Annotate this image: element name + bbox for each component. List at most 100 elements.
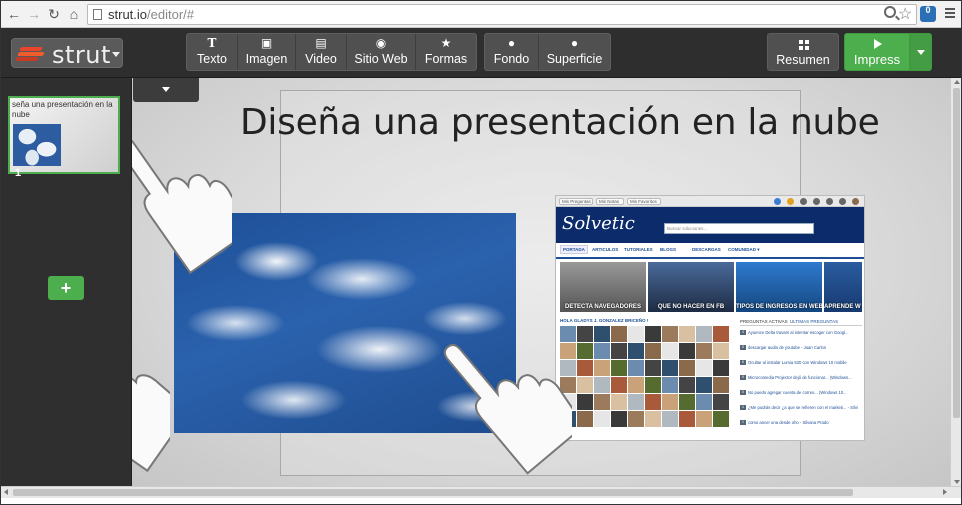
site-nav: PORTADA ARTICULOS TUTORIALES BLOGS DESCA… (556, 243, 864, 259)
site-dot-icon (774, 198, 781, 205)
video-icon: ▤ (315, 36, 327, 50)
browser-menu-icon[interactable] (945, 8, 955, 10)
canvas-options-dropdown[interactable] (133, 78, 199, 102)
site-avatar-thumb (611, 394, 627, 410)
scroll-up-arrow-icon[interactable] (954, 80, 960, 84)
page-icon (93, 9, 102, 20)
zoom-icon[interactable] (884, 6, 896, 18)
site-nav-item: ARTICULOS (592, 247, 619, 252)
style-toolbar-group: ● Fondo ● Superficie (484, 33, 611, 71)
site-question-text: No puedo agregar cuenta de correo... (Wi… (748, 390, 847, 395)
pointing-hand-icon (443, 343, 572, 475)
app-window: ← → ↻ ⌂ strut.io/editor/# ☆ 0 strut T Te… (0, 0, 962, 505)
site-question-text: ¿Me podrás decir ¿a que se refieren con … (748, 405, 858, 410)
overview-button[interactable]: Resumen (767, 33, 839, 71)
scroll-left-arrow-icon[interactable] (4, 489, 8, 495)
site-question-text: Ayuence Delta travars al intentar escoge… (748, 330, 849, 335)
site-avatar-thumb (662, 411, 678, 427)
site-avatar-thumb (594, 326, 610, 342)
site-pill: Mis Notas (596, 198, 624, 205)
slide-title-text[interactable]: Diseña una presentación en la nube (240, 102, 880, 143)
site-avatar-thumb (713, 326, 729, 342)
extension-badge-icon[interactable]: 0 (920, 6, 936, 22)
site-avatar-thumb (628, 411, 644, 427)
horizontal-scrollbar[interactable] (1, 486, 961, 498)
add-slide-button[interactable]: + (48, 276, 84, 300)
slide-thumbnail[interactable]: seña una presentación en la nube (8, 96, 120, 174)
site-avatar-thumb (696, 394, 712, 410)
scroll-down-arrow-icon[interactable] (954, 480, 960, 484)
site-avatar-thumb (662, 377, 678, 393)
site-avatar-thumb (713, 411, 729, 427)
site-avatar-thumb (713, 360, 729, 376)
text-icon: T (207, 36, 217, 50)
site-avatar-thumb (679, 411, 695, 427)
site-pill: Mis Preguntas (559, 198, 593, 205)
site-question-count: 1 (740, 420, 746, 426)
site-avatar-thumb (577, 394, 593, 410)
present-button[interactable]: Impress (844, 33, 910, 71)
insert-website-label: Sitio Web (354, 52, 408, 66)
present-mode-dropdown[interactable] (910, 33, 932, 71)
site-avatar-thumb (696, 343, 712, 359)
site-avatar-thumb (594, 394, 610, 410)
site-avatar-thumb (611, 360, 627, 376)
address-bar[interactable]: strut.io/editor/# (87, 4, 917, 25)
site-avatar-icon (852, 198, 859, 205)
site-featured-tiles: DETECTA NAVEGADORES QUE NO HACER EN FB T… (560, 262, 862, 312)
site-avatar-thumb (645, 394, 661, 410)
site-avatar-thumb (696, 360, 712, 376)
brand-menu-button[interactable]: strut (11, 38, 123, 69)
site-dot-icon (800, 198, 807, 205)
site-avatar-thumb (696, 377, 712, 393)
image-icon: ▣ (260, 36, 273, 50)
site-avatar-thumb (696, 411, 712, 427)
pointing-hand-icon (132, 364, 170, 473)
insert-toolbar-group: T Texto ▣ Imagen ▤ Video ◉ Sitio Web ★ F… (186, 33, 477, 71)
site-question-text: Microcomedia Projector dejó de funcionar… (748, 375, 852, 380)
insert-text-button[interactable]: T Texto (187, 34, 238, 70)
back-arrow-icon[interactable]: ← (5, 5, 23, 23)
insert-shapes-button[interactable]: ★ Formas (416, 34, 476, 70)
brand-name: strut (52, 41, 111, 69)
slide-number: 1 (15, 167, 22, 179)
scroll-right-arrow-icon[interactable] (943, 489, 947, 495)
grid-icon (799, 40, 809, 50)
drop-icon: ● (507, 36, 516, 50)
site-avatar-thumb (645, 377, 661, 393)
site-question-text: Ocultar al instalar Lumia 530 con Window… (748, 360, 847, 365)
site-dot-icon (813, 198, 820, 205)
slide-thumbnail-image (13, 124, 61, 166)
background-button[interactable]: ● Fondo (485, 34, 539, 70)
site-top-strip: Mis Preguntas Mis Notas Mis Favoritos (556, 196, 864, 207)
site-nav-item: TUTORIALES (624, 247, 653, 252)
site-question-row: 1 ¿Me podrás decir ¿a que se refieren con… (740, 405, 862, 414)
site-avatar-thumb (611, 326, 627, 342)
site-avatar-thumb (679, 360, 695, 376)
site-avatar-thumb (645, 326, 661, 342)
insert-image-button[interactable]: ▣ Imagen (238, 34, 296, 70)
site-avatar-thumb (645, 343, 661, 359)
insert-video-button[interactable]: ▤ Video (296, 34, 347, 70)
embedded-website[interactable]: Mis Preguntas Mis Notas Mis Favoritos So… (555, 195, 865, 441)
site-question-row: 6 Ocultar al instalar Lumia 530 con Windo… (740, 360, 862, 369)
reload-icon[interactable]: ↻ (45, 5, 63, 23)
bookmark-star-icon[interactable]: ☆ (898, 4, 912, 24)
insert-website-button[interactable]: ◉ Sitio Web (347, 34, 416, 70)
drop-icon: ● (570, 36, 579, 50)
site-avatar-thumb (611, 377, 627, 393)
vertical-scroll-thumb[interactable] (953, 88, 960, 418)
strut-logo-icon (15, 47, 48, 61)
horizontal-scroll-thumb[interactable] (13, 489, 853, 496)
site-pill: Mis Favoritos (627, 198, 661, 205)
forward-arrow-icon[interactable]: → (25, 5, 43, 23)
slide-canvas[interactable]: Diseña una presentación en la nube Mis P… (132, 78, 950, 486)
site-avatar-thumb (611, 343, 627, 359)
insert-text-label: Texto (197, 52, 227, 66)
site-avatar-thumb (645, 360, 661, 376)
surface-button[interactable]: ● Superficie (539, 34, 610, 70)
site-avatar-thumb (611, 411, 627, 427)
site-avatar-thumb (628, 377, 644, 393)
vertical-scrollbar[interactable] (950, 78, 961, 486)
home-icon[interactable]: ⌂ (65, 5, 83, 23)
